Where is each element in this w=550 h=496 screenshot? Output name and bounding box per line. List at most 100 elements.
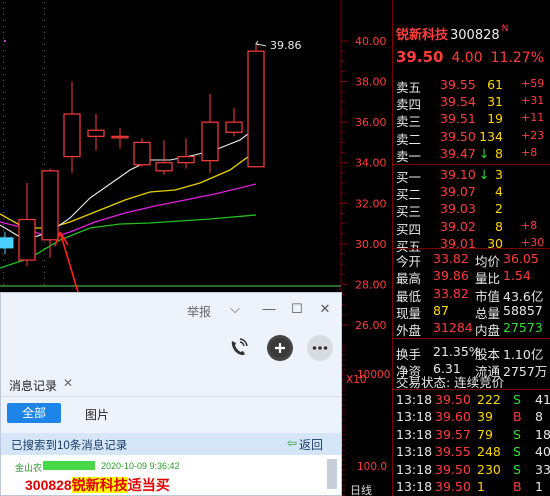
filter-pictures-button[interactable]: 图片: [85, 406, 109, 423]
guide-dot: [3, 20, 4, 21]
guide-dot: [3, 44, 4, 45]
guide-dot: [3, 128, 4, 129]
price-change: 4.00: [451, 50, 483, 66]
stat-value: 87: [433, 302, 449, 318]
stat-value: 39.86: [433, 268, 469, 284]
orderbook-change: +23: [521, 128, 545, 142]
stats-row: 最高 39.86 量比 1.54: [393, 268, 550, 287]
filter-all-button[interactable]: 全部: [7, 403, 61, 423]
phone-call-icon[interactable]: [225, 335, 251, 361]
stat-value: 21.35%: [433, 343, 481, 359]
stat-label: 换手: [396, 346, 422, 362]
guide-dot: [44, 254, 45, 255]
guide-dot: [3, 254, 4, 255]
chat-titlebar[interactable]: 举报 ⌵ — ☐ ✕: [1, 293, 341, 325]
trade-row[interactable]: 13:18 39.50 1 B 1: [393, 479, 550, 496]
search-result-bar: 已搜索到10条消息记录 ⇦ 返回: [1, 433, 341, 455]
guide-dot: [3, 212, 4, 213]
trade-side: S: [513, 444, 521, 460]
orderbook-row[interactable]: 卖二 39.50 134 +23: [393, 128, 550, 147]
guide-dot: [44, 134, 45, 135]
trade-volume: 39: [477, 409, 493, 425]
trade-row[interactable]: 13:18 39.55 248 S 40: [393, 444, 550, 461]
stats-row: 现量 87 总量 58857: [393, 302, 550, 321]
trade-time: 13:18: [396, 479, 433, 494]
stat-label: 内盘: [475, 323, 501, 339]
guide-dot: [3, 8, 4, 9]
last-price: 39.50: [396, 48, 444, 66]
trade-row[interactable]: 13:18 39.60 39 B 8: [393, 409, 550, 426]
orderbook-volume-text: 31: [487, 94, 503, 110]
guide-dot: [44, 74, 45, 75]
guide-dot: [44, 116, 45, 117]
trade-row[interactable]: 13:18 39.50 230 S 33: [393, 462, 550, 479]
chat-scrollbar[interactable]: [327, 459, 337, 489]
minimize-icon[interactable]: —: [261, 301, 277, 317]
stat-value: 33.82: [433, 251, 469, 266]
stat-label: 最高: [396, 271, 422, 287]
more-icon[interactable]: [307, 335, 333, 361]
orderbook-price: 39.07: [440, 184, 476, 200]
orderbook-row[interactable]: 买三 39.03 2: [393, 201, 550, 219]
down-arrow-icon: ↓: [479, 167, 490, 182]
trade-count: 1: [535, 479, 543, 494]
orderbook-row[interactable]: 买一 39.10 ↓ 3: [393, 167, 550, 185]
orderbook-label: 买一: [396, 170, 422, 185]
trade-time: 13:18: [396, 461, 433, 477]
message-list[interactable]: 金山农 2020-10-09 9:36:42 300828锐新科技适当买: [1, 455, 341, 495]
back-arrow-icon[interactable]: ⇦: [287, 436, 297, 450]
guide-dot: [3, 104, 4, 105]
guide-dot: [3, 284, 4, 285]
trade-side: B: [513, 479, 522, 494]
trade-count: 41: [535, 392, 550, 407]
ma-line-magenta: [0, 183, 257, 239]
stat-label: 均价: [475, 254, 501, 269]
guide-dot: [3, 110, 4, 111]
orderbook-row[interactable]: 卖五 39.55 61 +59: [393, 77, 550, 95]
guide-dot: [44, 260, 45, 261]
stat-value: 31284: [433, 320, 473, 336]
price-tick-label: 30.00: [355, 238, 387, 251]
orderbook-price: 39.54: [440, 94, 476, 110]
chat-history-window[interactable]: 举报 ⌵ — ☐ ✕ 消息记录 ✕ 全部 图片 已搜索到10条消息记录 ⇦ 返回…: [0, 292, 342, 496]
guide-dot: [44, 284, 45, 285]
back-button[interactable]: 返回: [299, 436, 323, 453]
candle-body-up: [63, 113, 81, 158]
orderbook-volume-text: 8: [495, 145, 503, 161]
orderbook-label: 买四: [396, 221, 422, 237]
stat-label: 今开: [396, 254, 422, 269]
guide-dot: [3, 164, 4, 165]
stat-value: 1.54: [503, 268, 531, 284]
tab-message-history[interactable]: 消息记录: [9, 377, 57, 394]
guide-dot: [44, 104, 45, 105]
maximize-icon[interactable]: ☐: [289, 301, 305, 317]
trade-row[interactable]: 13:18 39.57 79 S 18: [393, 427, 550, 444]
message-stock-name: 锐新科技: [71, 477, 128, 493]
stat-label: 最低: [396, 288, 422, 304]
orderbook-label: 卖三: [396, 114, 422, 130]
guide-dot: [44, 32, 45, 33]
add-icon[interactable]: [267, 335, 293, 361]
candle-body-up: [177, 156, 195, 164]
volume-axis-strip: [342, 292, 392, 496]
guide-dot: [44, 122, 45, 123]
guide-dot: [3, 116, 4, 117]
stat-label: 外盘: [396, 323, 422, 339]
trade-count: 40: [535, 444, 550, 460]
guide-dot: [3, 146, 4, 147]
report-link[interactable]: 举报: [187, 303, 211, 320]
orderbook-row[interactable]: 买二 39.07 4: [393, 184, 550, 202]
orderbook-row[interactable]: 卖四 39.54 31 +31: [393, 94, 550, 112]
pin-icon[interactable]: ⌵: [227, 301, 243, 317]
guide-dot: [44, 272, 45, 273]
orderbook-row[interactable]: 买四 39.02 8 +8: [393, 219, 550, 237]
orderbook-change: +31: [521, 94, 545, 108]
trade-row[interactable]: 13:18 39.50 222 S 41: [393, 392, 550, 409]
orderbook-row[interactable]: 卖三 39.51 19 +11: [393, 111, 550, 130]
orderbook-divider: [393, 164, 550, 165]
close-tab-icon[interactable]: ✕: [63, 376, 73, 390]
orderbook-row[interactable]: 卖一 39.47 ↓ 8 +8: [393, 145, 550, 164]
trade-time: 13:18: [396, 409, 433, 425]
close-icon[interactable]: ✕: [317, 301, 333, 317]
orderbook-price: 39.03: [440, 201, 476, 217]
